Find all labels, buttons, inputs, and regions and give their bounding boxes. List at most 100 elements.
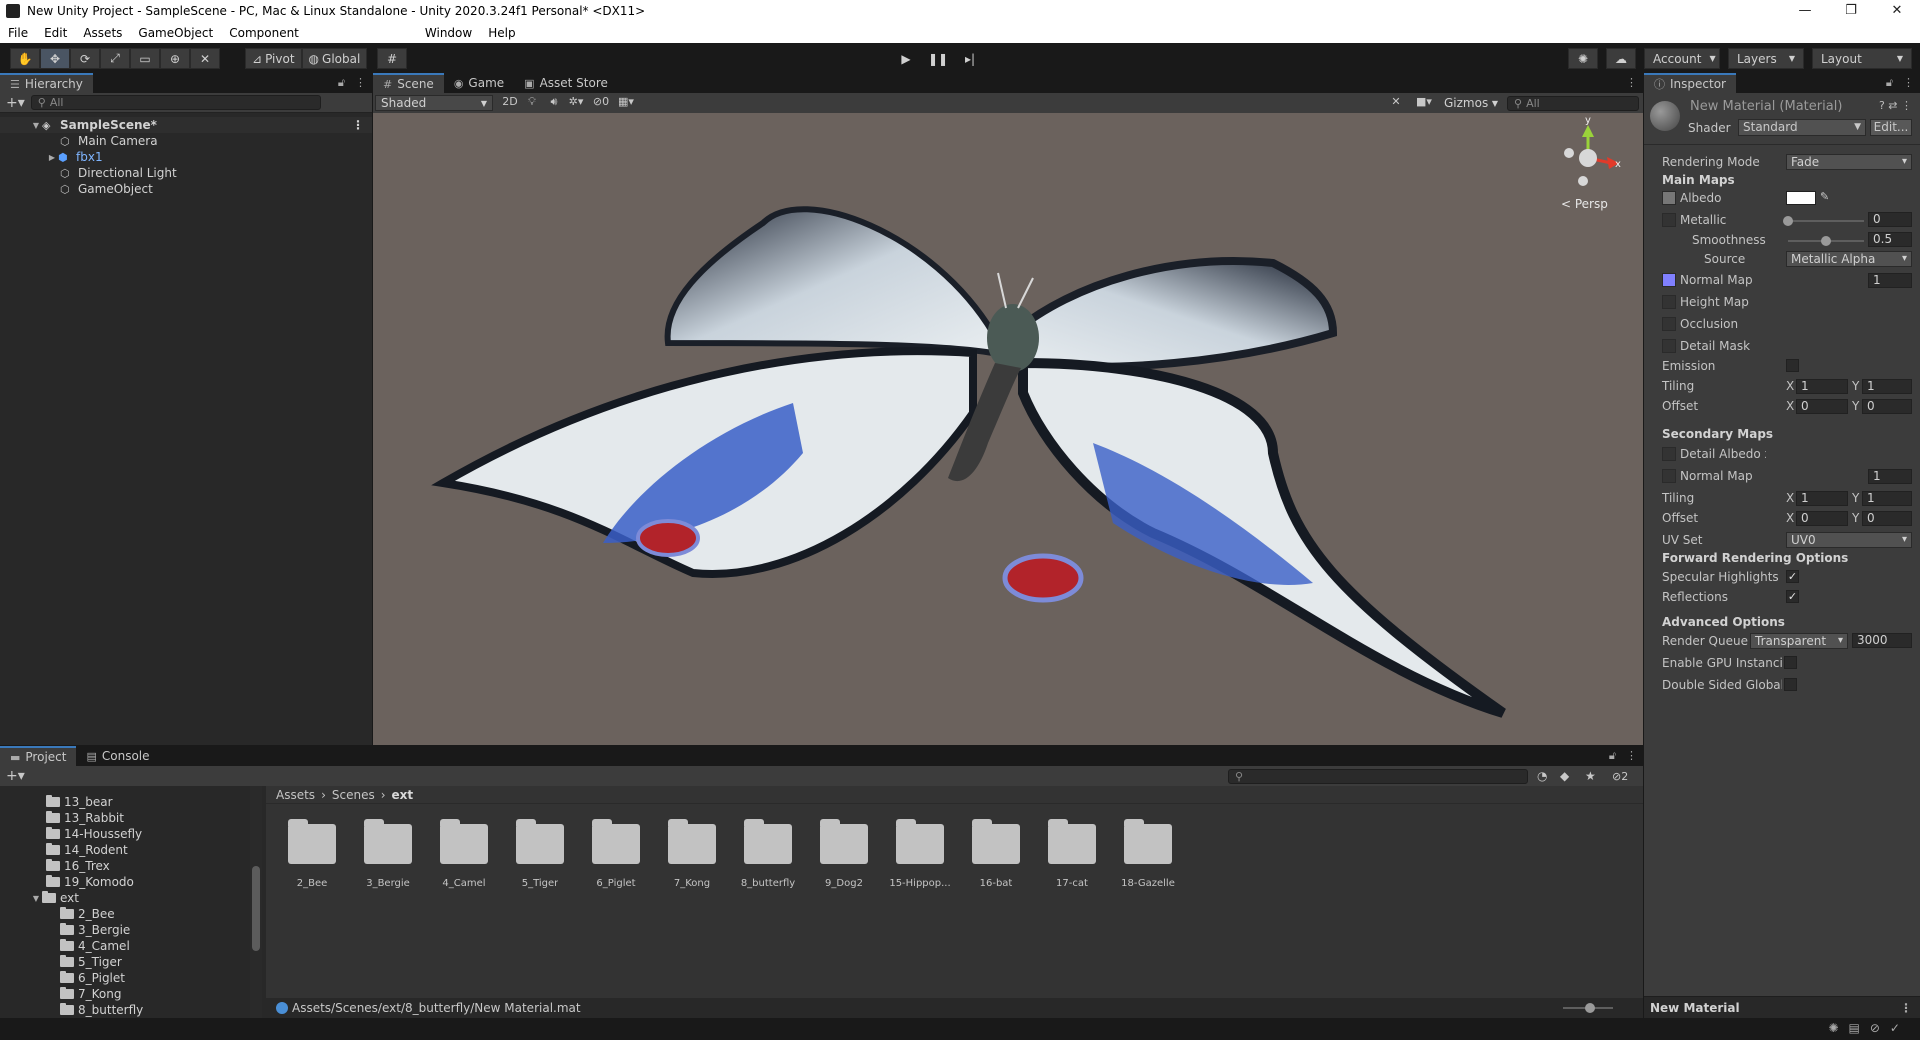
perspective-label[interactable]: < Persp <box>1561 197 1608 211</box>
more-menu-icon[interactable]: ⋮ <box>1903 76 1914 90</box>
tiling2-x-field[interactable]: 1 <box>1796 491 1848 506</box>
tiling2-y-field[interactable]: 1 <box>1862 491 1912 506</box>
eyedropper-icon[interactable]: ✎ <box>1820 190 1829 203</box>
move-tool-icon[interactable]: ✥ <box>40 48 70 69</box>
menu-help[interactable]: Help <box>480 26 523 40</box>
shading-mode-dropdown[interactable]: Shaded ▼ <box>375 95 493 111</box>
asset-folder[interactable]: 17-cat <box>1034 818 1110 889</box>
folder-tree-item[interactable]: 19_Komodo <box>0 874 262 890</box>
breadcrumb-scenes[interactable]: Scenes <box>332 788 375 802</box>
menu-window[interactable]: Window <box>417 26 480 40</box>
breadcrumb-ext[interactable]: ext <box>392 788 414 802</box>
more-menu-icon[interactable]: ⋮ <box>1900 1001 1912 1015</box>
asset-folder[interactable]: 15-Hippop... <box>882 818 958 889</box>
offset-x-field[interactable]: 0 <box>1796 399 1848 414</box>
orientation-gizmo[interactable]: y x < Persp <box>1553 115 1623 213</box>
shader-edit-button[interactable]: Edit... <box>1870 119 1912 136</box>
folder-tree-item[interactable]: 13_bear <box>0 794 262 810</box>
smoothness-slider-knob[interactable] <box>1821 236 1831 246</box>
help-settings-menu-icons[interactable]: ? ⇄ ⋮ <box>1879 99 1912 112</box>
tab-hierarchy[interactable]: ☰ Hierarchy <box>0 73 93 93</box>
folder-tree-item[interactable]: 3_Bergie <box>0 922 262 938</box>
mode-2d-toggle[interactable]: 2D <box>499 95 521 111</box>
asset-folder[interactable]: 2_Bee <box>274 818 350 889</box>
hierarchy-item-gameobject[interactable]: ⬡ GameObject <box>0 181 372 197</box>
lock-icon[interactable]: 🔓︎ <box>338 76 345 90</box>
tiling-x-field[interactable]: 1 <box>1796 379 1848 394</box>
asset-folder[interactable]: 4_Camel <box>426 818 502 889</box>
collab-icon[interactable]: ✺ <box>1568 48 1598 69</box>
normal-map-value-field[interactable]: 1 <box>1868 273 1912 288</box>
scale-tool-icon[interactable]: ⤢ <box>100 48 130 69</box>
metallic-slider-track[interactable] <box>1788 220 1864 222</box>
pause-icon[interactable]: ❚❚ <box>922 48 954 69</box>
asset-folder[interactable]: 7_Kong <box>654 818 730 889</box>
asset-folder[interactable]: 18-Gazelle <box>1110 818 1186 889</box>
albedo-texture-slot[interactable] <box>1662 191 1676 205</box>
offset2-y-field[interactable]: 0 <box>1862 511 1912 526</box>
camera-icon[interactable]: ■▾ <box>1413 95 1435 111</box>
folder-tree-item[interactable]: 14_Rodent <box>0 842 262 858</box>
tab-scene[interactable]: # Scene <box>373 73 444 93</box>
hierarchy-search-input[interactable]: ⚲ All <box>30 95 321 110</box>
hierarchy-item-main-camera[interactable]: ⬡ Main Camera <box>0 133 372 149</box>
scrollbar-thumb[interactable] <box>252 866 260 951</box>
rect-tool-icon[interactable]: ▭ <box>130 48 160 69</box>
expand-arrow-icon[interactable]: ▼ <box>30 121 42 130</box>
more-menu-icon[interactable]: ⋮ <box>1626 76 1637 89</box>
occlusion-texture-slot[interactable] <box>1662 317 1676 331</box>
icon-size-slider-knob[interactable] <box>1585 1003 1595 1013</box>
menu-gameobject[interactable]: GameObject <box>130 26 221 40</box>
account-dropdown[interactable]: Account ▼ <box>1644 48 1720 69</box>
play-icon[interactable]: ▶ <box>890 48 922 69</box>
folder-tree-item[interactable]: 16_Trex <box>0 858 262 874</box>
asset-folder[interactable]: 8_butterfly <box>730 818 806 889</box>
layers-dropdown[interactable]: Layers ▼ <box>1728 48 1804 69</box>
pivot-toggle[interactable]: ⊿ Pivot <box>245 48 302 69</box>
gpu-instancing-checkbox[interactable] <box>1784 656 1797 669</box>
minimize-button[interactable]: — <box>1782 0 1828 22</box>
rendering-mode-dropdown[interactable]: Fade <box>1786 154 1912 170</box>
tab-inspector[interactable]: ⓘ Inspector <box>1644 73 1736 93</box>
double-sided-gi-checkbox[interactable] <box>1784 678 1797 691</box>
more-menu-icon[interactable]: ⋮ <box>1626 749 1637 763</box>
folder-tree-item[interactable]: 8_butterfly <box>0 1002 262 1018</box>
asset-folder[interactable]: 16-bat <box>958 818 1034 889</box>
tab-console[interactable]: ▤ Console <box>76 746 159 766</box>
layout-dropdown[interactable]: Layout ▼ <box>1812 48 1912 69</box>
scene-menu-icon[interactable]: ⋮ <box>352 118 364 132</box>
favorites-star-icon[interactable]: ★ <box>1585 769 1596 783</box>
folder-tree-item[interactable]: 6_Piglet <box>0 970 262 986</box>
normal-map2-texture-slot[interactable] <box>1662 469 1676 483</box>
folder-tree-item[interactable]: 13_Rabbit <box>0 810 262 826</box>
metallic-value-field[interactable]: 0 <box>1868 212 1912 227</box>
asset-folder[interactable]: 6_Piglet <box>578 818 654 889</box>
more-menu-icon[interactable]: ⋮ <box>355 76 366 90</box>
expand-arrow-icon[interactable]: ▼ <box>30 894 42 903</box>
tab-asset-store[interactable]: ▣ Asset Store <box>514 73 618 93</box>
create-asset-icon[interactable]: +▾ <box>0 768 31 784</box>
expand-arrow-icon[interactable]: ▶ <box>46 153 58 162</box>
asset-folder[interactable]: 5_Tiger <box>502 818 578 889</box>
butterfly-model[interactable] <box>373 113 1643 745</box>
close-button[interactable]: ✕ <box>1874 0 1920 22</box>
folder-tree-scrollbar[interactable] <box>250 786 262 1018</box>
tiling-y-field[interactable]: 1 <box>1862 379 1912 394</box>
metallic-texture-slot[interactable] <box>1662 213 1676 227</box>
asset-folder[interactable]: 3_Bergie <box>350 818 426 889</box>
search-by-type-icon[interactable]: ◔ <box>1537 769 1547 783</box>
hidden-objects-toggle[interactable]: ⊘0 <box>587 95 615 111</box>
scene-row[interactable]: ▼ ◈ SampleScene* ⋮ <box>0 117 372 133</box>
scene-search-input[interactable]: ⚲ All <box>1507 95 1639 111</box>
folder-tree-item[interactable]: 2_Bee <box>0 906 262 922</box>
tab-project[interactable]: ▬ Project <box>0 746 77 766</box>
add-object-icon[interactable]: +▾ <box>0 95 31 111</box>
menu-file[interactable]: File <box>0 26 36 40</box>
normal-map2-value-field[interactable]: 1 <box>1868 469 1912 484</box>
folder-tree-item[interactable]: 7_Kong <box>0 986 262 1002</box>
normal-map-texture-slot[interactable] <box>1662 273 1676 287</box>
maximize-button[interactable]: ❐ <box>1828 0 1874 22</box>
menu-assets[interactable]: Assets <box>75 26 130 40</box>
project-search-input[interactable]: ⚲ <box>1228 768 1528 784</box>
specular-highlights-checkbox[interactable]: ✓ <box>1786 570 1799 583</box>
